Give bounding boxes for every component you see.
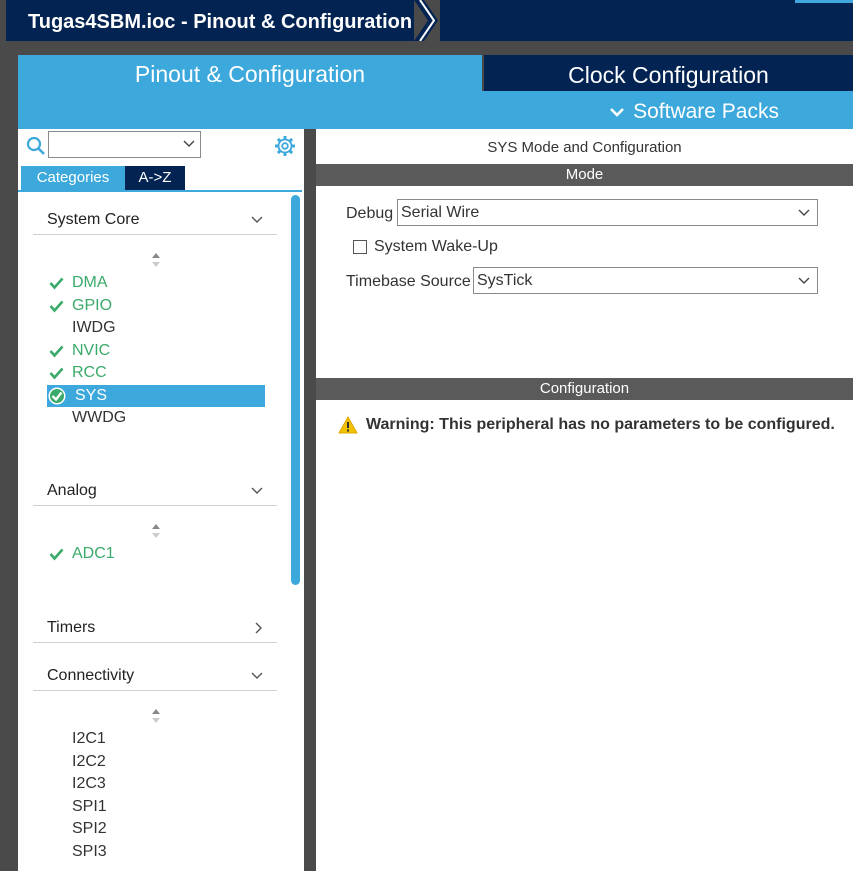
category-system-core[interactable]: System Core: [33, 211, 277, 235]
check-icon: [48, 387, 66, 405]
category-timers[interactable]: Timers: [33, 619, 277, 643]
title-bar: Tugas4SBM.ioc - Pinout & Configuration: [0, 0, 853, 44]
divider: [18, 190, 302, 192]
check-icon: [49, 277, 64, 290]
peripheral-label: SPI3: [72, 843, 107, 860]
timebase-label: Timebase Source: [346, 273, 471, 290]
chevron-down-icon: [798, 277, 810, 284]
mode-panel: SYS Mode and Configuration Mode Debug Se…: [316, 129, 853, 368]
peripheral-list: System Core DMA GPIO IWDG NVIC RCC SYS WWDG Anal…: [18, 193, 304, 871]
warning-message: Warning: This peripheral has no paramete…: [338, 416, 835, 434]
warning-text: Warning: This peripheral has no paramete…: [366, 416, 835, 433]
check-icon: [49, 367, 64, 380]
category-label: Analog: [47, 482, 97, 499]
view-tabs: Categories A->Z: [21, 166, 185, 190]
mode-header: Mode: [316, 164, 853, 186]
timebase-value: SysTick: [477, 272, 533, 289]
peripheral-label: NVIC: [72, 342, 111, 359]
chevron-down-icon: [183, 140, 195, 147]
debug-value: Serial Wire: [401, 204, 480, 221]
search-input[interactable]: [48, 131, 201, 158]
panel-title: SYS Mode and Configuration: [487, 139, 682, 156]
debug-select[interactable]: Serial Wire: [397, 199, 818, 226]
category-analog[interactable]: Analog: [33, 482, 277, 506]
peripheral-label: DMA: [72, 274, 108, 291]
breadcrumb: Tugas4SBM.ioc - Pinout & Configuration: [6, 0, 853, 41]
peripheral-label: WWDG: [72, 409, 127, 426]
peripheral-label: SYS: [75, 387, 108, 404]
check-icon: [49, 345, 64, 358]
software-packs-menu[interactable]: Software Packs: [609, 100, 779, 124]
category-label: System Core: [47, 211, 140, 228]
peripheral-label: I2C1: [72, 730, 106, 747]
peripheral-label: IWDG: [72, 319, 116, 336]
check-icon: [49, 548, 64, 561]
chevron-down-icon: [251, 487, 263, 494]
scrollbar-thumb[interactable]: [291, 195, 300, 585]
software-packs-label: Software Packs: [633, 100, 779, 123]
peripheral-label: SPI1: [72, 798, 107, 815]
timebase-select[interactable]: SysTick: [473, 267, 818, 294]
debug-label: Debug: [346, 205, 394, 222]
tab-clock-configuration[interactable]: Clock Configuration: [484, 55, 853, 91]
configuration-panel: Configuration Warning: This peripheral h…: [316, 368, 853, 871]
tab-pinout-configuration[interactable]: Pinout & Configuration: [18, 55, 482, 91]
category-label: Timers: [47, 619, 96, 636]
peripheral-label: I2C2: [72, 753, 106, 770]
window-title: Tugas4SBM.ioc - Pinout & Configuration: [28, 11, 413, 33]
main-tabs: Pinout & Configuration Clock Configurati…: [18, 55, 853, 91]
system-wakeup-checkbox[interactable]: [353, 240, 367, 254]
peripheral-label: GPIO: [72, 297, 113, 314]
tab-categories[interactable]: Categories: [21, 166, 125, 190]
chevron-down-icon: [251, 216, 263, 223]
peripheral-sys[interactable]: SYS: [47, 385, 265, 407]
chevron-right-icon: [255, 622, 262, 634]
system-wakeup-label: System Wake-Up: [374, 238, 498, 255]
sort-icon[interactable]: [151, 252, 161, 268]
software-packs-bar: Software Packs: [18, 91, 853, 129]
category-label: Connectivity: [47, 667, 135, 684]
warning-icon: [338, 416, 358, 434]
category-connectivity[interactable]: Connectivity: [33, 667, 277, 691]
title-accent: [795, 0, 853, 3]
configuration-header: Configuration: [316, 378, 853, 400]
sort-icon[interactable]: [151, 523, 161, 539]
search-icon[interactable]: [26, 136, 46, 156]
chevron-down-icon: [251, 672, 263, 679]
chevron-down-icon: [798, 209, 810, 216]
peripheral-tree-panel: Categories A->Z System Core DMA GPIO IWD…: [18, 129, 304, 871]
breadcrumb-chevron-icon: [414, 0, 440, 41]
peripheral-label: I2C3: [72, 775, 106, 792]
peripheral-label: ADC1: [72, 545, 115, 562]
peripheral-label: RCC: [72, 364, 107, 381]
peripheral-label: SPI2: [72, 820, 107, 837]
gear-icon[interactable]: [274, 135, 296, 157]
chevron-down-icon: [610, 108, 625, 117]
tab-a-to-z[interactable]: A->Z: [125, 166, 185, 190]
check-icon: [49, 300, 64, 313]
sort-icon[interactable]: [151, 708, 161, 724]
